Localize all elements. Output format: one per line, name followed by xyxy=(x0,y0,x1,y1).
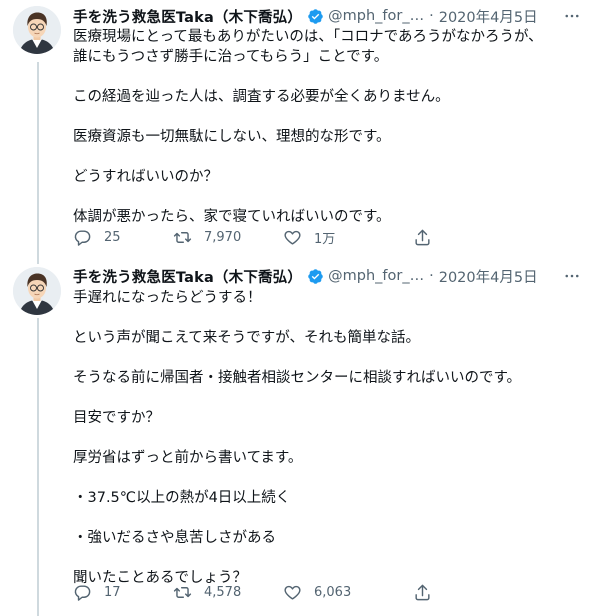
tweet-line: どうすればいいのか？ xyxy=(73,169,218,185)
retweet-icon xyxy=(173,586,192,598)
tweet-actions: 25 7,970 1万 xyxy=(73,226,513,248)
tweet-line xyxy=(73,548,579,568)
tweet-line: そうなる前に帰国者・接触者相談センターに相談すればいいのです。 xyxy=(73,370,522,386)
like-count: 1万 xyxy=(314,231,336,247)
avatar-icon xyxy=(13,267,61,315)
more-icon xyxy=(565,274,579,278)
tweet-line xyxy=(73,107,579,127)
tweet-line xyxy=(73,348,579,368)
retweet-button[interactable]: 4,578 xyxy=(173,583,283,602)
reply-count: 17 xyxy=(104,584,121,600)
reply-button[interactable]: 25 xyxy=(73,228,173,247)
tweet-line xyxy=(73,67,579,87)
tweet-line xyxy=(73,468,579,488)
share-icon xyxy=(415,584,430,600)
author-handle[interactable]: @mph_for_… xyxy=(328,268,424,284)
tweet-line: 体調が悪かったら、家で寝ていればいいのです。 xyxy=(73,209,391,225)
tweet[interactable]: 手を洗う救急医Taka（木下喬弘） @mph_for_… · 2020年4月5日… xyxy=(0,0,593,255)
verified-badge-icon xyxy=(308,8,323,24)
tweet-line: ・37.5℃以上の熱が4日以上続く xyxy=(73,490,291,506)
tweet[interactable]: 手を洗う救急医Taka（木下喬弘） @mph_for_… · 2020年4月5日… xyxy=(0,255,593,616)
more-button[interactable] xyxy=(561,5,583,27)
author-name[interactable]: 手を洗う救急医Taka（木下喬弘） xyxy=(73,266,302,287)
tweet-line: この経過を辿った人は、調査する必要が全くありません。 xyxy=(73,89,450,105)
tweet-line: 目安ですか？ xyxy=(73,410,160,426)
tweet-line xyxy=(73,308,579,328)
tweet-text: 医療現場にとって最もありがたいのは、「コロナであろうがなかろうが、 誰にもうつさ… xyxy=(73,27,579,227)
tweet-line xyxy=(73,388,579,408)
verified-badge-icon xyxy=(308,268,323,284)
timeline: 手を洗う救急医Taka（木下喬弘） @mph_for_… · 2020年4月5日… xyxy=(0,0,593,616)
like-button[interactable]: 6,063 xyxy=(283,583,413,602)
tweet-line: 医療現場にとって最もありがたいのは、「コロナであろうがなかろうが、 xyxy=(73,29,543,45)
tweet-line: 誰にもうつさず勝手に治ってもらう」ことです。 xyxy=(73,49,389,65)
avatar-icon xyxy=(13,6,61,54)
tweet-date[interactable]: 2020年4月5日 xyxy=(439,266,538,287)
header-separator: · xyxy=(429,8,434,24)
tweet-line: 手遅れになったらどうする！ xyxy=(73,290,262,306)
avatar[interactable] xyxy=(13,6,61,54)
thread-line xyxy=(37,318,39,616)
tweet-line: 厚労省はずっと前から書いてます。 xyxy=(73,450,303,466)
reply-icon xyxy=(74,584,91,601)
tweet-line xyxy=(73,147,579,167)
tweet-actions: 17 4,578 6,063 xyxy=(73,581,513,603)
author-name[interactable]: 手を洗う救急医Taka（木下喬弘） xyxy=(73,6,302,27)
share-button[interactable] xyxy=(413,228,432,247)
retweet-icon xyxy=(173,231,192,243)
retweet-count: 4,578 xyxy=(204,584,242,600)
reply-icon xyxy=(74,229,91,246)
like-button[interactable]: 1万 xyxy=(283,228,413,247)
tweet-line xyxy=(73,187,579,207)
tweet-line xyxy=(73,508,579,528)
reply-button[interactable]: 17 xyxy=(73,583,173,602)
retweet-count: 7,970 xyxy=(204,229,242,245)
header-separator: · xyxy=(429,268,434,284)
share-icon xyxy=(415,229,430,245)
like-count: 6,063 xyxy=(314,584,352,600)
more-button[interactable] xyxy=(561,265,583,287)
author-handle[interactable]: @mph_for_… xyxy=(328,8,424,24)
tweet-line: という声が聞こえて来そうですが、それも簡単な話。 xyxy=(73,330,420,346)
tweet-line: ・強いだるさや息苦しさがある xyxy=(73,530,276,546)
tweet-line xyxy=(73,428,579,448)
tweet-date[interactable]: 2020年4月5日 xyxy=(439,6,538,27)
avatar[interactable] xyxy=(13,267,61,315)
like-icon xyxy=(284,585,301,600)
reply-count: 25 xyxy=(104,229,121,245)
tweet-header: 手を洗う救急医Taka（木下喬弘） @mph_for_… · 2020年4月5日 xyxy=(73,5,583,27)
retweet-button[interactable]: 7,970 xyxy=(173,228,283,247)
tweet-text: 手遅れになったらどうする！ という声が聞こえて来そうですが、それも簡単な話。 そ… xyxy=(73,288,579,588)
tweet-header: 手を洗う救急医Taka（木下喬弘） @mph_for_… · 2020年4月5日 xyxy=(73,265,583,287)
tweet-line: 医療資源も一切無駄にしない、理想的な形です。 xyxy=(73,129,391,145)
share-button[interactable] xyxy=(413,583,432,602)
more-icon xyxy=(565,14,579,18)
thread-line xyxy=(37,62,39,255)
like-icon xyxy=(284,230,301,245)
thread-line xyxy=(37,255,39,264)
